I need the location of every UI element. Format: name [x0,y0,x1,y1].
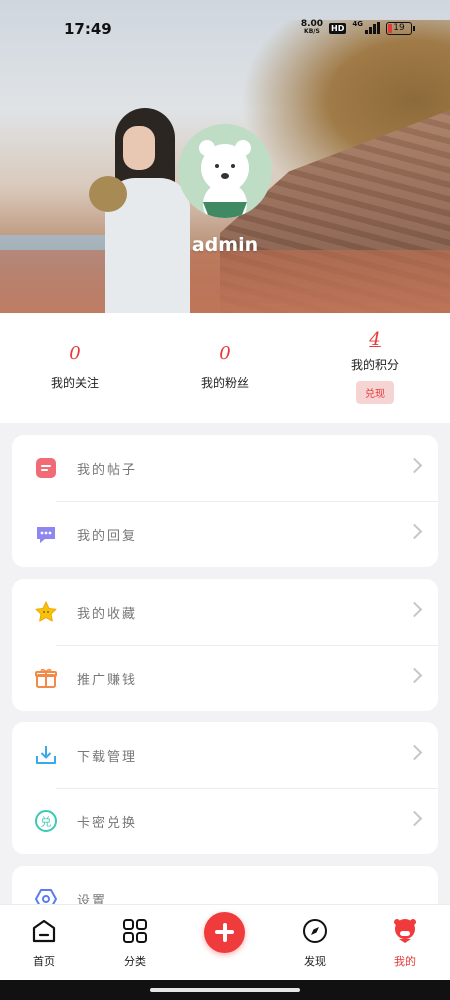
download-icon [36,746,56,764]
menu-item-promote-earn[interactable]: 推广赚钱 [12,645,438,711]
battery-icon: 19 [386,21,415,35]
reply-icon [37,527,55,543]
hd-badge: HD [329,22,347,34]
username: admin [191,234,259,256]
profile-icon [394,919,416,943]
star-icon [35,601,57,622]
menu-card-downloads: 下载管理 兑 卡密兑换 [12,722,438,854]
stat-fans[interactable]: 0 我的粉丝 [150,343,300,391]
menu-item-label: 卡密兑换 [77,815,138,831]
signal-icon [365,22,380,34]
avatar[interactable] [178,124,272,218]
stats-panel: 0 我的关注 0 我的粉丝 4 我的积分 兑现 [0,313,450,423]
network-speed-value: 8.00 [300,19,324,29]
banner-rocks [0,250,450,313]
following-count: 0 [69,343,81,364]
chevron-right-icon [406,744,423,761]
stat-points[interactable]: 4 我的积分 兑现 [300,329,450,404]
points-count: 4 [369,329,381,350]
menu-item-download-manager[interactable]: 下载管理 [12,722,438,788]
network-speed: 8.00 KB/S [301,20,323,36]
stat-following[interactable]: 0 我的关注 [0,343,150,391]
post-icon [36,458,56,478]
grid-icon [123,919,147,943]
svg-text:兑: 兑 [41,815,52,829]
chevron-right-icon [406,457,423,474]
menu-item-my-posts[interactable]: 我的帖子 [12,435,438,501]
status-time: 17:49 [64,20,112,38]
menu-card-favorites: 我的收藏 推广赚钱 [12,579,438,711]
menu-item-card-redeem[interactable]: 兑 卡密兑换 [12,788,438,854]
menu-item-label: 推广赚钱 [77,672,138,688]
tab-home-label: 首页 [33,955,55,968]
fans-label: 我的粉丝 [200,376,249,390]
network-type: 4G [352,20,363,28]
chevron-right-icon [406,667,423,684]
tab-category[interactable]: 分类 [105,917,165,969]
redeem-points-button[interactable]: 兑现 [356,381,394,404]
home-gesture-bar[interactable] [150,988,300,992]
fans-count: 0 [219,343,231,364]
menu-item-label: 我的回复 [77,528,138,544]
publish-plus-button[interactable] [204,912,245,953]
menu-item-label: 我的收藏 [77,606,138,622]
menu-card-posts: 我的帖子 我的回复 [12,435,438,567]
following-label: 我的关注 [50,376,99,390]
tab-discover-label: 发现 [304,955,326,968]
tab-discover[interactable]: 发现 [285,917,345,969]
points-label: 我的积分 [350,358,399,372]
menu-item-label: 我的帖子 [77,462,138,478]
system-navigation-bar [0,980,450,1000]
banner-person [89,108,195,313]
battery-level: 19 [393,22,405,33]
menu-item-my-replies[interactable]: 我的回复 [12,501,438,567]
network-speed-unit: KB/S [304,28,320,35]
chevron-right-icon [406,810,423,827]
tab-mine-label: 我的 [394,955,416,968]
tab-category-label: 分类 [124,955,146,968]
bear-avatar-icon [199,140,251,218]
menu-item-my-favorites[interactable]: 我的收藏 [12,579,438,645]
tab-mine[interactable]: 我的 [375,917,435,969]
status-bar: 17:49 8.00 KB/S HD 4G 19 [0,0,450,60]
chevron-right-icon [406,601,423,618]
tab-home[interactable]: 首页 [14,917,74,969]
exchange-icon: 兑 [35,810,57,832]
compass-icon [303,919,327,943]
gift-icon [35,668,57,688]
menu-item-label: 下载管理 [77,749,138,765]
chevron-right-icon [406,523,423,540]
home-icon [32,919,56,943]
